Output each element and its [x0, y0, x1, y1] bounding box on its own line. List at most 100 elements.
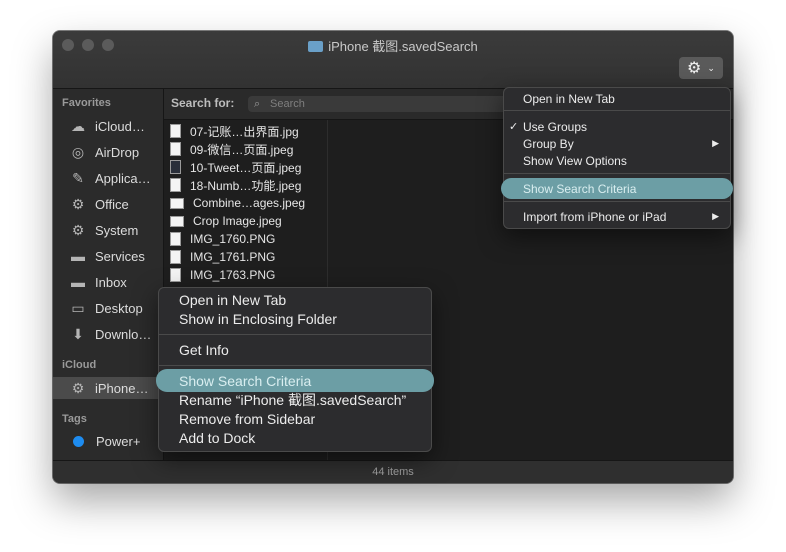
sidebar-item-desktop[interactable]: ▭ Desktop [53, 297, 163, 319]
list-item[interactable]: 18-Numb…功能.jpeg [170, 176, 301, 194]
sidebar: Favorites ☁ iCloud… ◎ AirDrop ✎ Applica… ⚙ O… [53, 89, 164, 460]
file-name: 18-Numb…功能.jpeg [190, 178, 302, 193]
sidebar-item-tag-power[interactable]: Power+ [53, 430, 163, 452]
desktop-icon: ▭ [71, 299, 85, 316]
file-name: Combine…ages.jpeg [193, 196, 306, 210]
menu-item-label: Use Groups [523, 119, 588, 134]
search-input[interactable]: ⌕ Search [248, 96, 508, 112]
sidebar-item-services[interactable]: ▬ Services [53, 245, 163, 267]
menu-item-open-in-new-tab[interactable]: Open in New Tab [504, 90, 730, 107]
sidebar-item-label: iCloud… [95, 118, 145, 134]
image-thumbnail-icon [170, 232, 181, 246]
image-thumbnail-icon [170, 142, 181, 156]
submenu-arrow-icon: ▶ [712, 138, 719, 148]
menu-item-label: Open in New Tab [523, 91, 615, 106]
sidebar-item-office[interactable]: ⚙ Office [53, 193, 163, 215]
menu-item-label: Show Search Criteria [179, 372, 312, 389]
menu-item-label: Import from iPhone or iPad [523, 209, 667, 224]
window-title: iPhone 截图.savedSearch [53, 36, 733, 55]
checkmark-icon: ✓ [509, 121, 519, 133]
status-bar: 44 items [53, 460, 733, 483]
file-name: 10-Tweet…页面.jpeg [190, 160, 302, 175]
cloud-icon: ☁ [71, 117, 85, 134]
menu-item-show-view-options[interactable]: Show View Options [504, 152, 730, 169]
file-name: IMG_1761.PNG [190, 250, 276, 264]
menu-item-group-by[interactable]: Group By ▶ [504, 135, 730, 152]
menu-item-use-groups[interactable]: ✓ Use Groups [504, 118, 730, 135]
menu-item-label: Show View Options [523, 153, 627, 168]
gear-icon: ⚙ [71, 379, 85, 396]
list-item[interactable]: IMG_1760.PNG [170, 230, 275, 248]
menu-separator [504, 110, 730, 111]
folder-icon: ▬ [71, 248, 85, 264]
list-item[interactable]: 09-微信…页面.jpeg [170, 140, 293, 158]
smart-folder-icon [308, 41, 324, 52]
file-name: IMG_1760.PNG [190, 232, 276, 246]
search-icon: ⌕ [254, 98, 261, 110]
action-gear-button[interactable]: ⚙ ⌄ [679, 57, 723, 79]
sidebar-item-airdrop[interactable]: ◎ AirDrop [53, 141, 163, 163]
sidebar-item-label: Inbox [95, 274, 127, 290]
list-item[interactable]: Combine…ages.jpeg [170, 194, 305, 212]
menu-item-label: Show Search Criteria [523, 181, 637, 196]
image-thumbnail-icon [170, 160, 181, 174]
search-for-label: Search for: [171, 96, 235, 110]
file-name: Crop Image.jpeg [193, 214, 282, 228]
sidebar-item-applications[interactable]: ✎ Applica… [53, 167, 163, 189]
list-item[interactable]: 10-Tweet…页面.jpeg [170, 158, 301, 176]
menu-item-show-search-criteria[interactable]: Show Search Criteria [156, 369, 434, 392]
menu-item-show-search-criteria[interactable]: Show Search Criteria [501, 178, 733, 199]
list-item[interactable]: IMG_1763.PNG [170, 266, 275, 284]
sidebar-item-label: AirDrop [95, 144, 140, 160]
image-thumbnail-icon [170, 124, 181, 138]
sidebar-item-label: Downlo… [95, 326, 152, 342]
sidebar-item-label: Power+ [96, 433, 141, 449]
menu-separator [159, 365, 431, 366]
menu-item-remove-from-sidebar[interactable]: Remove from Sidebar [159, 409, 431, 428]
tag-color-dot [73, 435, 84, 447]
file-name: IMG_1763.PNG [190, 268, 276, 282]
menu-item-get-info[interactable]: Get Info [159, 340, 431, 359]
sidebar-item-label: Office [95, 196, 129, 212]
list-item[interactable]: Crop Image.jpeg [170, 212, 282, 230]
applications-icon: ✎ [72, 169, 84, 186]
menu-item-label: Show in Enclosing Folder [179, 310, 337, 327]
sidebar-item-label: iPhone… [95, 380, 149, 396]
search-placeholder: Search [270, 98, 305, 110]
image-thumbnail-icon [170, 178, 181, 192]
menu-separator [504, 173, 730, 174]
file-name: 07-记账…出界面.jpg [190, 124, 299, 139]
sidebar-item-icloud-drive[interactable]: ☁ iCloud… [53, 115, 163, 137]
image-thumbnail-icon [170, 250, 181, 264]
menu-item-label: Remove from Sidebar [179, 410, 316, 427]
image-thumbnail-icon [170, 268, 181, 282]
image-thumbnail-icon [170, 215, 184, 227]
submenu-arrow-icon: ▶ [712, 211, 719, 221]
menu-item-label: Open in New Tab [179, 291, 287, 308]
sidebar-item-system[interactable]: ⚙ System [53, 219, 163, 241]
list-item[interactable]: 07-记账…出界面.jpg [170, 122, 299, 140]
sidebar-item-downloads[interactable]: ⬇ Downlo… [53, 323, 163, 345]
menu-item-label: Rename “iPhone 截图.savedSearch” [179, 391, 407, 408]
sidebar-item-label: Services [95, 248, 145, 264]
menu-item-label: Add to Dock [179, 429, 256, 446]
sidebar-item-iphone-saved-search[interactable]: ⚙ iPhone… [53, 377, 163, 399]
gear-icon: ⚙ [687, 60, 702, 77]
gear-icon: ⚙ [71, 195, 85, 212]
menu-item-open-in-new-tab[interactable]: Open in New Tab [159, 290, 431, 309]
sidebar-item-label: Applica… [95, 170, 151, 186]
image-thumbnail-icon [170, 197, 184, 209]
sidebar-header-icloud: iCloud [62, 359, 97, 371]
menu-item-add-to-dock[interactable]: Add to Dock [159, 428, 431, 447]
menu-item-import-from-iphone[interactable]: Import from iPhone or iPad ▶ [504, 208, 730, 225]
window-title-text: iPhone 截图.savedSearch [328, 39, 478, 54]
menu-item-label: Get Info [179, 341, 229, 358]
sidebar-header-tags: Tags [62, 413, 87, 425]
menu-item-show-in-enclosing-folder[interactable]: Show in Enclosing Folder [159, 309, 431, 328]
sidebar-item-label: System [95, 222, 139, 238]
sidebar-item-inbox[interactable]: ▬ Inbox [53, 271, 163, 293]
downloads-icon: ⬇ [72, 325, 84, 342]
gear-action-menu: Open in New Tab ✓ Use Groups Group By ▶ Sh… [501, 87, 733, 229]
list-item[interactable]: IMG_1761.PNG [170, 248, 275, 266]
menu-item-rename[interactable]: Rename “iPhone 截图.savedSearch” [159, 390, 431, 409]
